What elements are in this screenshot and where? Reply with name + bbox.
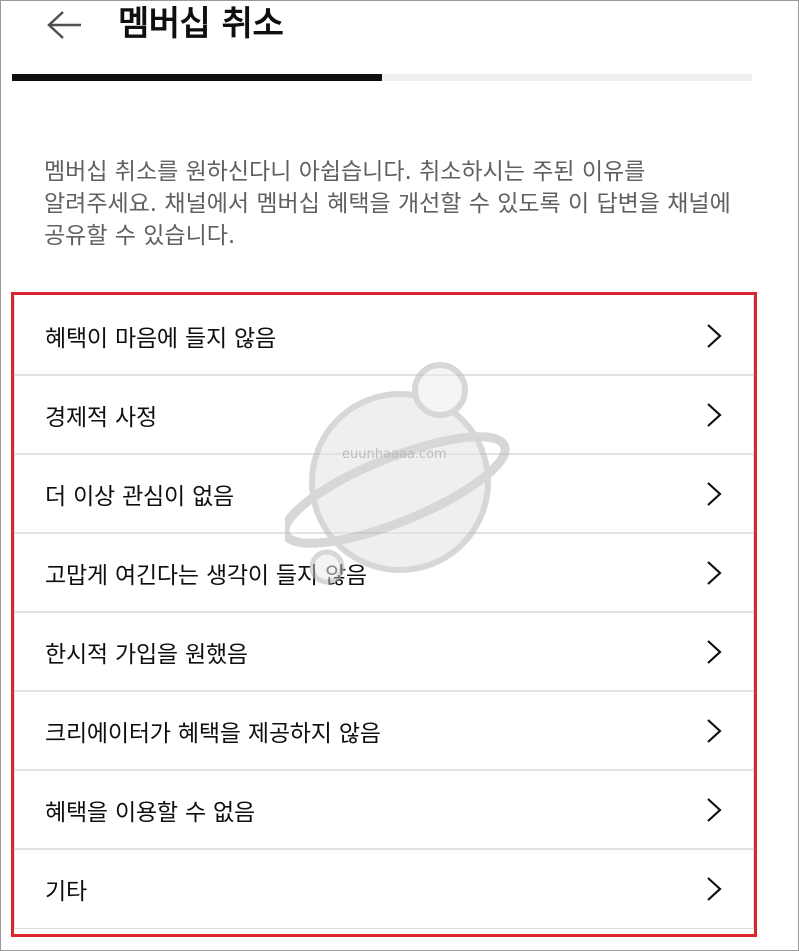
- header: 멤버십 취소: [0, 0, 799, 60]
- arrow-left-icon: [47, 11, 81, 39]
- page-title: 멤버십 취소: [118, 4, 284, 44]
- back-button[interactable]: [40, 2, 90, 48]
- progress-bar-fill: [12, 74, 382, 81]
- progress-bar: [12, 74, 752, 81]
- highlight-box: [11, 292, 757, 937]
- description-text: 멤버십 취소를 원하신다니 아쉽습니다. 취소하시는 주된 이유를 알려주세요.…: [44, 159, 731, 249]
